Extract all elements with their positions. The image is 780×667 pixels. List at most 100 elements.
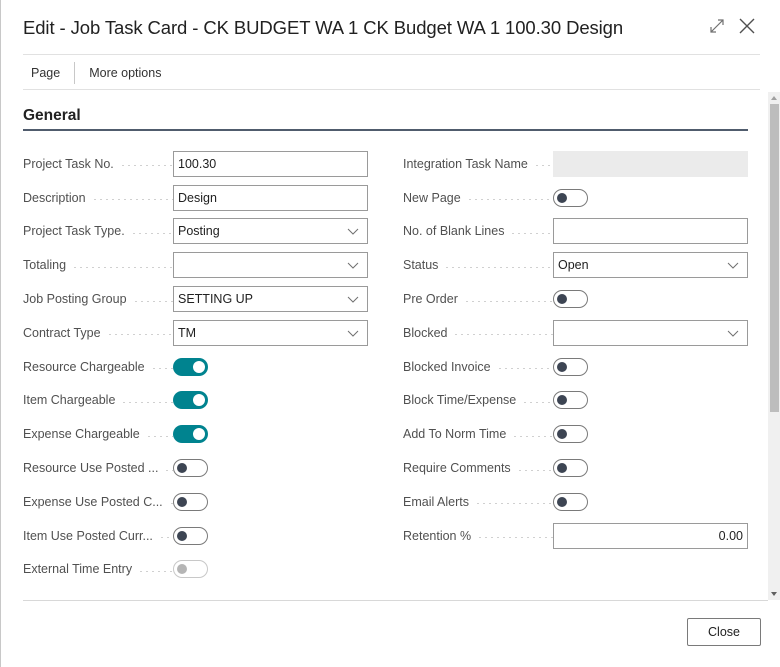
field-label-text: Status [403, 258, 439, 273]
blocked-invoice-toggle[interactable] [553, 357, 588, 376]
field-label-text: Resource Use Posted ... [23, 461, 159, 476]
left-column: Project Task No. 100.30 Description Design P… [23, 147, 368, 586]
field-label-text: Blocked Invoice [403, 359, 491, 374]
title-bar: Edit - Job Task Card - CK BUDGET WA 1 CK… [23, 17, 760, 41]
field-row-expense-use-posted-c: Expense Use Posted C... [23, 485, 368, 519]
field-label: External Time Entry [23, 562, 173, 576]
new-page-toggle[interactable] [553, 188, 588, 207]
field-row-status: Status Open [403, 248, 748, 282]
field-label: Expense Chargeable [23, 427, 173, 441]
action-more-options[interactable]: More options [81, 66, 169, 80]
field-label-text: Expense Chargeable [23, 427, 140, 442]
status-select[interactable]: Open [553, 252, 748, 279]
contract-type-select[interactable]: TM [173, 319, 368, 346]
field-label: Integration Task Name [403, 157, 553, 171]
vertical-scrollbar[interactable] [768, 92, 780, 600]
toggle-knob [177, 496, 187, 507]
item-use-posted-curr-toggle[interactable] [173, 526, 208, 545]
resource-use-posted-toggle[interactable] [173, 459, 208, 478]
job-posting-group-select[interactable]: SETTING UP [173, 286, 368, 313]
section-title-general[interactable]: General [23, 107, 81, 125]
title-divider [23, 54, 760, 55]
field-label: Project Task No. [23, 157, 173, 171]
no-of-blank-lines-input[interactable] [553, 218, 748, 245]
field-label: Job Posting Group [23, 292, 173, 306]
close-icon[interactable] [738, 17, 756, 35]
field-row-expense-chargeable: Expense Chargeable [23, 417, 368, 451]
scroll-up-arrow-icon[interactable] [771, 96, 777, 100]
totaling-select[interactable] [173, 252, 368, 279]
expense-chargeable-toggle[interactable] [173, 425, 208, 444]
field-label-text: Item Use Posted Curr... [23, 528, 153, 543]
chevron-down-icon[interactable] [347, 293, 359, 305]
field-label-text: New Page [403, 190, 461, 205]
label-leader-dots [145, 435, 173, 437]
email-alerts-toggle[interactable] [553, 492, 588, 511]
label-leader-dots [466, 199, 553, 201]
label-leader-dots [130, 232, 173, 234]
block-time-expense-toggle[interactable] [553, 391, 588, 410]
label-leader-dots [496, 368, 553, 370]
field-label-text: Retention % [403, 528, 472, 543]
project-task-no-input[interactable]: 100.30 [173, 150, 368, 177]
field-row-no-of-blank-lines: No. of Blank Lines [403, 215, 748, 249]
field-label-text: Add To Norm Time [403, 427, 507, 442]
require-comments-toggle[interactable] [553, 459, 588, 478]
action-page[interactable]: Page [23, 66, 68, 80]
field-label: New Page [403, 191, 553, 205]
field-label-text: External Time Entry [23, 562, 133, 577]
field-label: Project Task Type. [23, 224, 173, 238]
field-label: Item Chargeable [23, 393, 173, 407]
field-label-text: Project Task Type. [23, 224, 125, 239]
label-leader-dots [516, 469, 553, 471]
field-row-pre-order: Pre Order [403, 282, 748, 316]
field-label: Blocked Invoice [403, 360, 553, 374]
field-row-add-to-norm-time: Add To Norm Time [403, 417, 748, 451]
field-label: Description [23, 191, 173, 205]
field-label-text: Pre Order [403, 292, 458, 307]
close-button[interactable]: Close [687, 618, 761, 646]
label-leader-dots [453, 334, 553, 336]
field-row-project-task-type: Project Task Type. Posting [23, 215, 368, 249]
field-value: TM [178, 325, 197, 340]
chevron-down-icon[interactable] [347, 327, 359, 339]
project-task-type-select[interactable]: Posting [173, 218, 368, 245]
toggle-knob [193, 394, 205, 407]
field-label: Email Alerts [403, 495, 553, 509]
resource-chargeable-toggle[interactable] [173, 357, 208, 376]
scroll-down-arrow-icon[interactable] [771, 592, 777, 596]
scroll-thumb[interactable] [770, 104, 779, 412]
field-row-contract-type: Contract Type TM [23, 316, 368, 350]
field-row-totaling: Totaling [23, 248, 368, 282]
label-leader-dots [510, 232, 553, 234]
label-leader-dots [72, 266, 173, 268]
content-area: General Project Task No. 100.30 Descriptio… [23, 95, 748, 600]
expense-use-posted-c-toggle[interactable] [173, 492, 208, 511]
label-leader-dots [132, 300, 173, 302]
field-label-text: Project Task No. [23, 156, 114, 171]
retention-input[interactable]: 0.00 [553, 522, 748, 549]
add-to-norm-time-toggle[interactable] [553, 425, 588, 444]
description-input[interactable]: Design [173, 184, 368, 211]
field-label: Block Time/Expense [403, 393, 553, 407]
field-value: 0.00 [718, 528, 743, 543]
field-label: Expense Use Posted C... [23, 495, 173, 509]
toggle-knob [557, 463, 567, 474]
field-row-retention: Retention % 0.00 [403, 519, 748, 553]
field-value: Posting [178, 224, 220, 239]
pre-order-toggle[interactable] [553, 290, 588, 309]
toggle-knob [177, 530, 187, 541]
chevron-down-icon[interactable] [727, 327, 739, 339]
chevron-down-icon[interactable] [727, 259, 739, 271]
chevron-down-icon[interactable] [347, 225, 359, 237]
field-row-external-time-entry: External Time Entry [23, 553, 368, 587]
chevron-down-icon[interactable] [347, 259, 359, 271]
toggle-knob [177, 463, 187, 474]
item-chargeable-toggle[interactable] [173, 391, 208, 410]
label-leader-dots [164, 469, 173, 471]
toggle-knob [557, 496, 567, 507]
blocked-select[interactable] [553, 319, 748, 346]
toggle-knob [557, 361, 567, 372]
dialog-title: Edit - Job Task Card - CK BUDGET WA 1 CK… [23, 17, 624, 38]
expand-icon[interactable] [708, 17, 726, 35]
